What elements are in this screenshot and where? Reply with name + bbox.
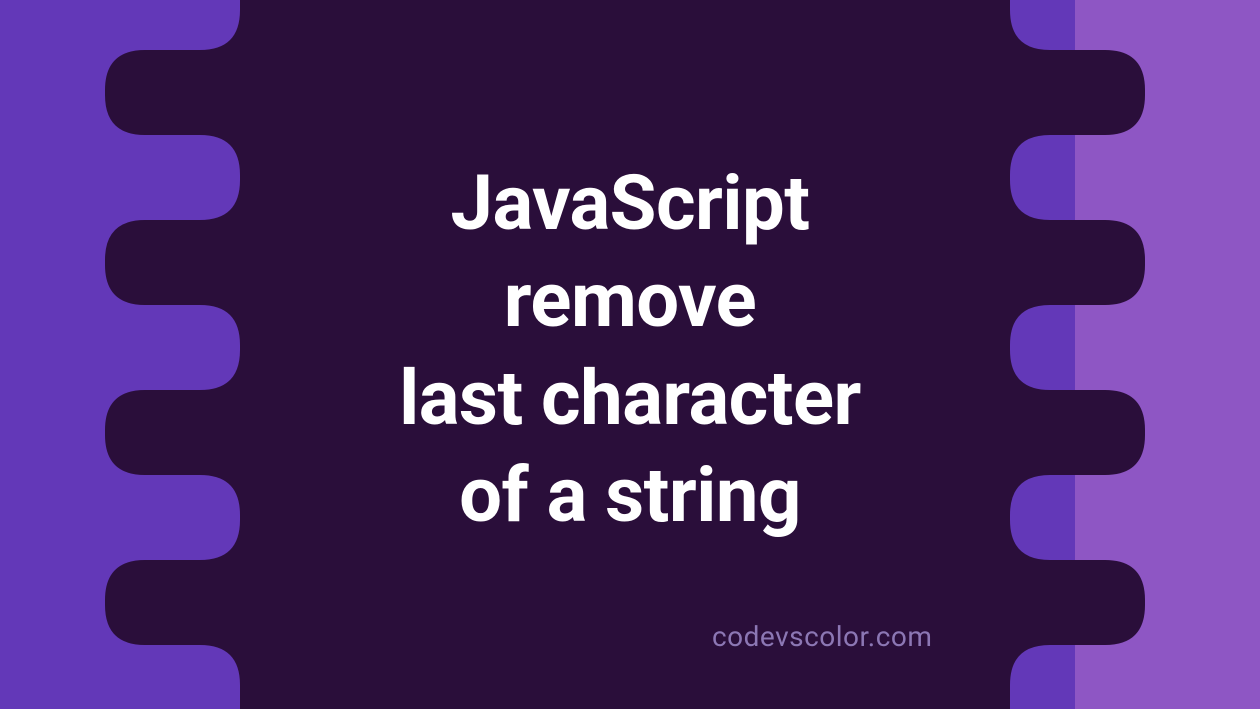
- title-line-4: of a string: [399, 447, 861, 544]
- title-line-2: remove: [399, 252, 861, 349]
- watermark-text: codevscolor.com: [712, 620, 932, 653]
- title-line-1: JavaScript: [399, 155, 861, 252]
- main-title: JavaScript remove last character of a st…: [399, 155, 861, 544]
- title-line-3: last character: [399, 350, 861, 447]
- content-area: JavaScript remove last character of a st…: [0, 0, 1260, 709]
